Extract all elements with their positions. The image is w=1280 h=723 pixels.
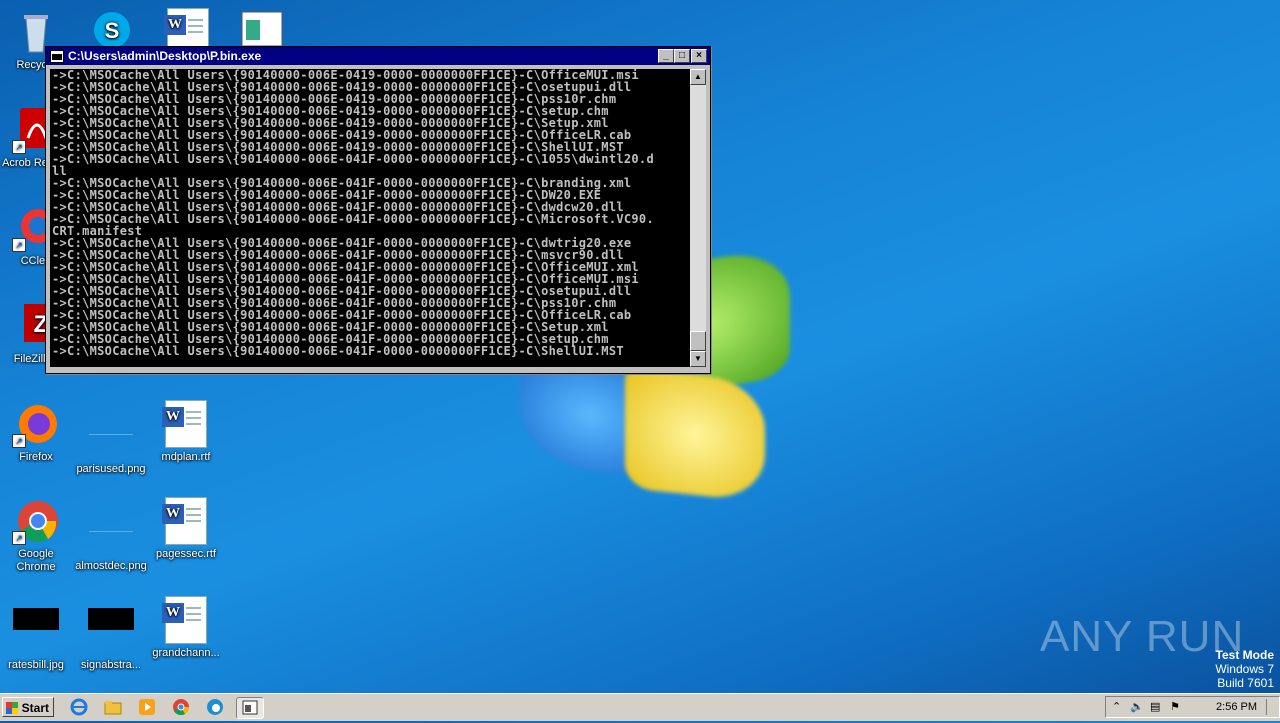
system-tray: ⌃ 🔈 ▤ ⚑ 2:56 PM bbox=[1105, 696, 1280, 718]
desktop-icon-firefox[interactable]: ↗ Firefox bbox=[0, 400, 74, 464]
console-app-icon bbox=[50, 50, 64, 63]
shortcut-arrow-icon: ↗ bbox=[12, 238, 26, 252]
desktop-icon-almostdec[interactable]: almostdec.png bbox=[73, 497, 149, 573]
image-thumbnail bbox=[89, 509, 133, 532]
word-document-icon: W bbox=[162, 497, 207, 545]
anyrun-watermark: ANY RUN bbox=[1040, 612, 1245, 661]
shortcut-arrow-icon: ↗ bbox=[12, 531, 26, 545]
scroll-up-button[interactable]: ▲ bbox=[690, 69, 706, 85]
maximize-button[interactable]: □ bbox=[674, 49, 690, 63]
start-label: Start bbox=[21, 701, 49, 715]
console-text: ->C:\MSOCache\All Users\{90140000-006E-0… bbox=[52, 69, 654, 358]
test-mode-notice: Test Mode Windows 7 Build 7601 bbox=[1215, 648, 1274, 690]
taskbar-clock[interactable]: 2:56 PM bbox=[1216, 701, 1257, 713]
image-thumbnail bbox=[88, 608, 134, 630]
edge-icon[interactable] bbox=[206, 698, 224, 716]
network-icon[interactable]: ▤ bbox=[1150, 700, 1160, 713]
firefox-icon: ↗ bbox=[12, 400, 60, 448]
action-center-flag-icon[interactable]: ⚑ bbox=[1170, 700, 1180, 713]
scroll-down-button[interactable]: ▼ bbox=[690, 351, 706, 367]
desktop-icon-mdplan[interactable]: W mdplan.rtf bbox=[148, 400, 224, 464]
console-window[interactable]: C:\Users\admin\Desktop\P.bin.exe _ □ × -… bbox=[45, 46, 711, 374]
desktop-icon-pagessec[interactable]: W pagessec.rtf bbox=[148, 497, 224, 561]
show-hidden-icons-icon[interactable]: ⌃ bbox=[1112, 700, 1121, 713]
start-button[interactable]: Start bbox=[2, 697, 54, 717]
volume-icon[interactable]: 🔈 bbox=[1130, 700, 1144, 713]
desktop-icon-label: Google Chrome bbox=[16, 548, 56, 573]
desktop-icon-parisused[interactable]: parisused.png bbox=[73, 400, 149, 476]
close-button[interactable]: × bbox=[691, 49, 707, 63]
desktop-icon-label: ratesbill.jpg bbox=[8, 659, 64, 671]
explorer-folder-icon[interactable] bbox=[104, 698, 122, 716]
desktop-icon-label: mdplan.rtf bbox=[161, 451, 211, 463]
test-mode-line: Build 7601 bbox=[1217, 676, 1274, 690]
desktop-icon-signabstra[interactable]: signabstra... bbox=[73, 596, 149, 672]
vertical-scrollbar[interactable]: ▲ ▼ bbox=[690, 69, 706, 367]
desktop-icon-label: parisused.png bbox=[76, 463, 146, 475]
desktop-icon-chrome[interactable]: ↗ Google Chrome bbox=[0, 497, 74, 574]
ie-icon[interactable] bbox=[70, 698, 88, 716]
console-taskbar-button[interactable] bbox=[236, 697, 264, 719]
taskbar: Start ⌃ 🔈 ▤ ⚑ 2:56 PM bbox=[0, 693, 1280, 721]
desktop-icon-grandchann[interactable]: W grandchann... bbox=[148, 596, 224, 660]
shortcut-arrow-icon: ↗ bbox=[12, 140, 26, 154]
console-output[interactable]: ->C:\MSOCache\All Users\{90140000-006E-0… bbox=[50, 69, 690, 367]
desktop-icon-label: Firefox bbox=[19, 451, 53, 463]
desktop-icon-label: signabstra... bbox=[81, 659, 141, 671]
window-title: C:\Users\admin\Desktop\P.bin.exe bbox=[68, 49, 262, 63]
image-thumbnail bbox=[89, 412, 133, 435]
image-thumbnail bbox=[13, 608, 59, 630]
test-mode-line: Windows 7 bbox=[1215, 662, 1274, 676]
chrome-taskbar-icon[interactable] bbox=[172, 698, 190, 716]
scroll-thumb[interactable] bbox=[690, 331, 706, 351]
svg-text:S: S bbox=[105, 18, 120, 43]
desktop-icon-label: grandchann... bbox=[152, 647, 220, 659]
minimize-button[interactable]: _ bbox=[658, 49, 674, 63]
desktop-icon-label: pagessec.rtf bbox=[156, 548, 216, 560]
show-desktop-button[interactable] bbox=[1266, 699, 1277, 715]
test-mode-line: Test Mode bbox=[1215, 648, 1274, 662]
desktop-icon-ratesbill[interactable]: ratesbill.jpg bbox=[0, 596, 74, 672]
word-document-icon: W bbox=[162, 400, 207, 448]
desktop-icon-label: almostdec.png bbox=[75, 560, 147, 572]
windows-flag-icon bbox=[6, 702, 18, 714]
shortcut-arrow-icon: ↗ bbox=[12, 434, 26, 448]
word-document-icon: W bbox=[162, 596, 207, 644]
chrome-icon: ↗ bbox=[12, 497, 60, 545]
window-titlebar[interactable]: C:\Users\admin\Desktop\P.bin.exe _ □ × bbox=[46, 47, 710, 65]
media-player-icon[interactable] bbox=[138, 698, 156, 716]
